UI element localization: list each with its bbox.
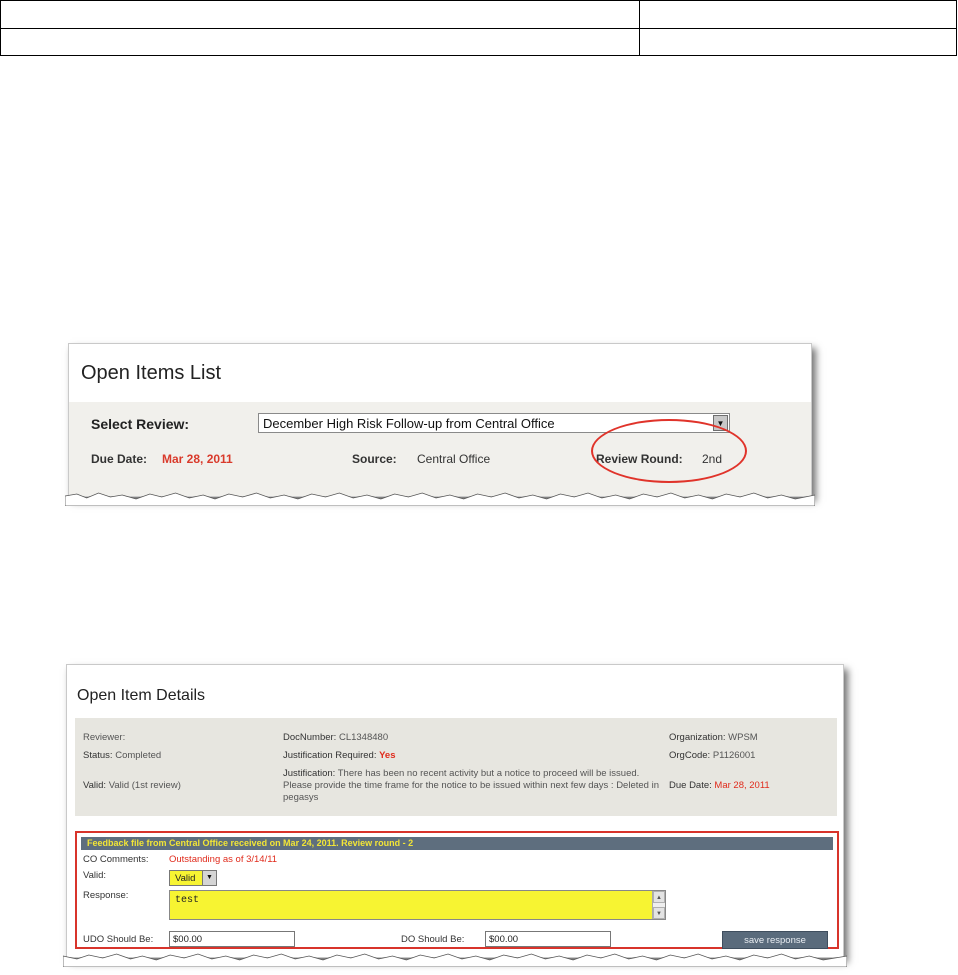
review-round-highlight-circle [591, 419, 747, 483]
chevron-down-icon[interactable]: ▼ [202, 871, 216, 885]
justification-label: Justification: [283, 768, 336, 779]
response-value: test [175, 895, 200, 906]
table-cell [0, 27, 640, 56]
table-row [0, 0, 957, 29]
table-cell [639, 0, 957, 29]
select-review-value: December High Risk Follow-up from Centra… [263, 416, 555, 431]
page-title: Open Items List [81, 362, 222, 384]
table-row [0, 27, 957, 56]
table-cell [0, 0, 640, 29]
orgcode-row: OrgCode: P1126001 [669, 750, 755, 761]
response-label: Response: [83, 890, 129, 901]
due-date-value: Mar 28, 2011 [714, 780, 770, 791]
valid-select[interactable]: Valid ▼ [169, 870, 217, 886]
valid-value: Valid (1st review) [108, 780, 181, 791]
status-row: Status: Completed [83, 750, 161, 761]
feedback-header: Feedback file from Central Office receiv… [81, 837, 833, 850]
torn-edge [65, 490, 815, 506]
save-response-button[interactable]: save response [722, 931, 828, 949]
due-date-label: Due Date: [669, 780, 712, 791]
due-date-label: Due Date: [91, 452, 148, 466]
source-value: Central Office [417, 452, 491, 466]
scroll-up-icon[interactable]: ▲ [653, 891, 665, 903]
docnumber-row: DocNumber: CL1348480 [283, 732, 388, 743]
valid-label: Valid: [83, 780, 107, 791]
valid-selected-value: Valid [175, 873, 196, 884]
open-item-details-panel: Open Item Details Reviewer: Status: Comp… [63, 664, 847, 967]
status-value: Completed [115, 750, 162, 761]
top-empty-table [0, 0, 957, 56]
table-cell [639, 27, 957, 56]
udo-value: $00.00 [173, 934, 203, 945]
feedback-section: Feedback file from Central Office receiv… [75, 831, 839, 949]
do-label: DO Should Be: [401, 934, 465, 945]
justification-required-label: Justification Required: [283, 750, 377, 761]
valid-row: Valid: Valid (1st review) [83, 780, 181, 791]
udo-label: UDO Should Be: [83, 934, 154, 945]
docnumber-value: CL1348480 [338, 732, 389, 743]
due-date-row: Due Date: Mar 28, 2011 [669, 780, 770, 791]
status-label: Status: [83, 750, 113, 761]
scroll-down-icon[interactable]: ▼ [653, 907, 665, 919]
do-input[interactable]: $00.00 [485, 931, 611, 947]
docnumber-label: DocNumber: [283, 732, 337, 743]
orgcode-value: P1126001 [712, 750, 756, 761]
organization-row: Organization: WPSM [669, 732, 758, 743]
justification-value: There has been no recent activity but a … [283, 768, 659, 803]
review-filter-band: Select Review: December High Risk Follow… [69, 402, 811, 496]
due-date-value: Mar 28, 2011 [162, 452, 233, 466]
justification-required-row: Justification Required: Yes [283, 750, 396, 761]
orgcode-label: OrgCode: [669, 750, 711, 761]
organization-value: WPSM [728, 732, 758, 743]
justification-required-value: Yes [379, 750, 396, 761]
item-info-block: Reviewer: Status: Completed Valid: Valid… [75, 718, 837, 816]
do-value: $00.00 [489, 934, 519, 945]
select-review-label: Select Review: [91, 416, 190, 432]
justification-row: Justification: There has been no recent … [283, 768, 663, 804]
open-items-list-panel: Open Items List Select Review: December … [65, 343, 815, 506]
page-title: Open Item Details [77, 687, 206, 704]
valid-label: Valid: [83, 870, 107, 881]
co-comments-value: Outstanding as of 3/14/11 [169, 854, 278, 865]
organization-label: Organization: [669, 732, 726, 743]
source-label: Source: [352, 452, 397, 466]
udo-input[interactable]: $00.00 [169, 931, 295, 947]
torn-edge [63, 951, 847, 967]
response-scrollbar[interactable]: ▲ ▼ [652, 891, 665, 919]
co-comments-label: CO Comments: [83, 854, 149, 865]
reviewer-label: Reviewer: [83, 732, 126, 743]
response-textarea[interactable]: test ▲ ▼ [169, 890, 666, 920]
